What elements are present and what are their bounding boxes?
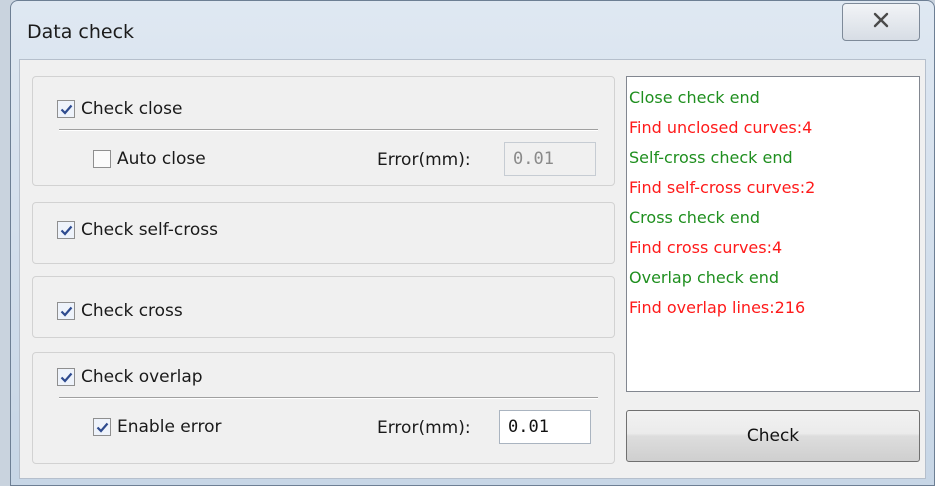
close-button[interactable] xyxy=(842,3,920,41)
auto-close-option[interactable]: Auto close xyxy=(93,149,206,169)
check-self-cross-checkbox[interactable] xyxy=(57,221,75,239)
window-title: Data check xyxy=(27,21,135,43)
group-divider xyxy=(59,397,598,399)
close-icon xyxy=(872,12,890,32)
group-check-cross: Check cross xyxy=(32,276,615,338)
check-button-label: Check xyxy=(746,426,800,446)
enable-error-option[interactable]: Enable error xyxy=(93,417,221,437)
enable-error-label: Enable error xyxy=(117,417,222,437)
log-line: Overlap check end xyxy=(629,268,780,287)
check-button[interactable]: Check xyxy=(626,410,920,462)
log-line: Find self-cross curves:2 xyxy=(629,178,816,197)
check-close-option[interactable]: Check close xyxy=(57,99,183,119)
close-error-input[interactable]: 0.01 xyxy=(504,142,596,176)
check-close-label: Check close xyxy=(81,99,183,119)
enable-error-checkbox[interactable] xyxy=(93,418,111,436)
overlap-error-label: Error(mm): xyxy=(377,418,471,438)
check-overlap-label: Check overlap xyxy=(81,367,203,387)
check-self-cross-label: Check self-cross xyxy=(81,220,219,240)
log-lines: Close check end Find unclosed curves:4 Sel… xyxy=(629,83,917,323)
close-error-label: Error(mm): xyxy=(377,150,471,170)
title-bar[interactable]: Data check xyxy=(11,1,934,67)
data-check-dialog: Data check Check close Auto close Error(… xyxy=(10,0,935,486)
check-cross-option[interactable]: Check cross xyxy=(57,301,183,321)
group-check-close: Check close Auto close Error(mm): 0.01 xyxy=(32,76,615,186)
check-overlap-option[interactable]: Check overlap xyxy=(57,367,203,387)
group-divider xyxy=(59,129,598,131)
overlap-error-input[interactable]: 0.01 xyxy=(499,410,591,444)
auto-close-checkbox[interactable] xyxy=(93,150,111,168)
check-overlap-checkbox[interactable] xyxy=(57,368,75,386)
check-cross-label: Check cross xyxy=(81,301,183,321)
log-line: Self-cross check end xyxy=(629,148,793,167)
log-line: Cross check end xyxy=(629,208,761,227)
result-log[interactable]: Close check end Find unclosed curves:4 Sel… xyxy=(626,76,920,392)
check-close-checkbox[interactable] xyxy=(57,100,75,118)
log-line: Find cross curves:4 xyxy=(629,238,783,257)
auto-close-label: Auto close xyxy=(117,149,206,169)
log-line: Close check end xyxy=(629,88,760,107)
check-cross-checkbox[interactable] xyxy=(57,302,75,320)
log-line: Find unclosed curves:4 xyxy=(629,118,813,137)
log-line: Find overlap lines:216 xyxy=(629,298,806,317)
group-check-self-cross: Check self-cross xyxy=(32,202,615,264)
group-check-overlap: Check overlap Enable error Error(mm): 0.… xyxy=(32,352,615,464)
dialog-client-area: Check close Auto close Error(mm): 0.01 C… xyxy=(19,59,926,479)
check-self-cross-option[interactable]: Check self-cross xyxy=(57,220,218,240)
